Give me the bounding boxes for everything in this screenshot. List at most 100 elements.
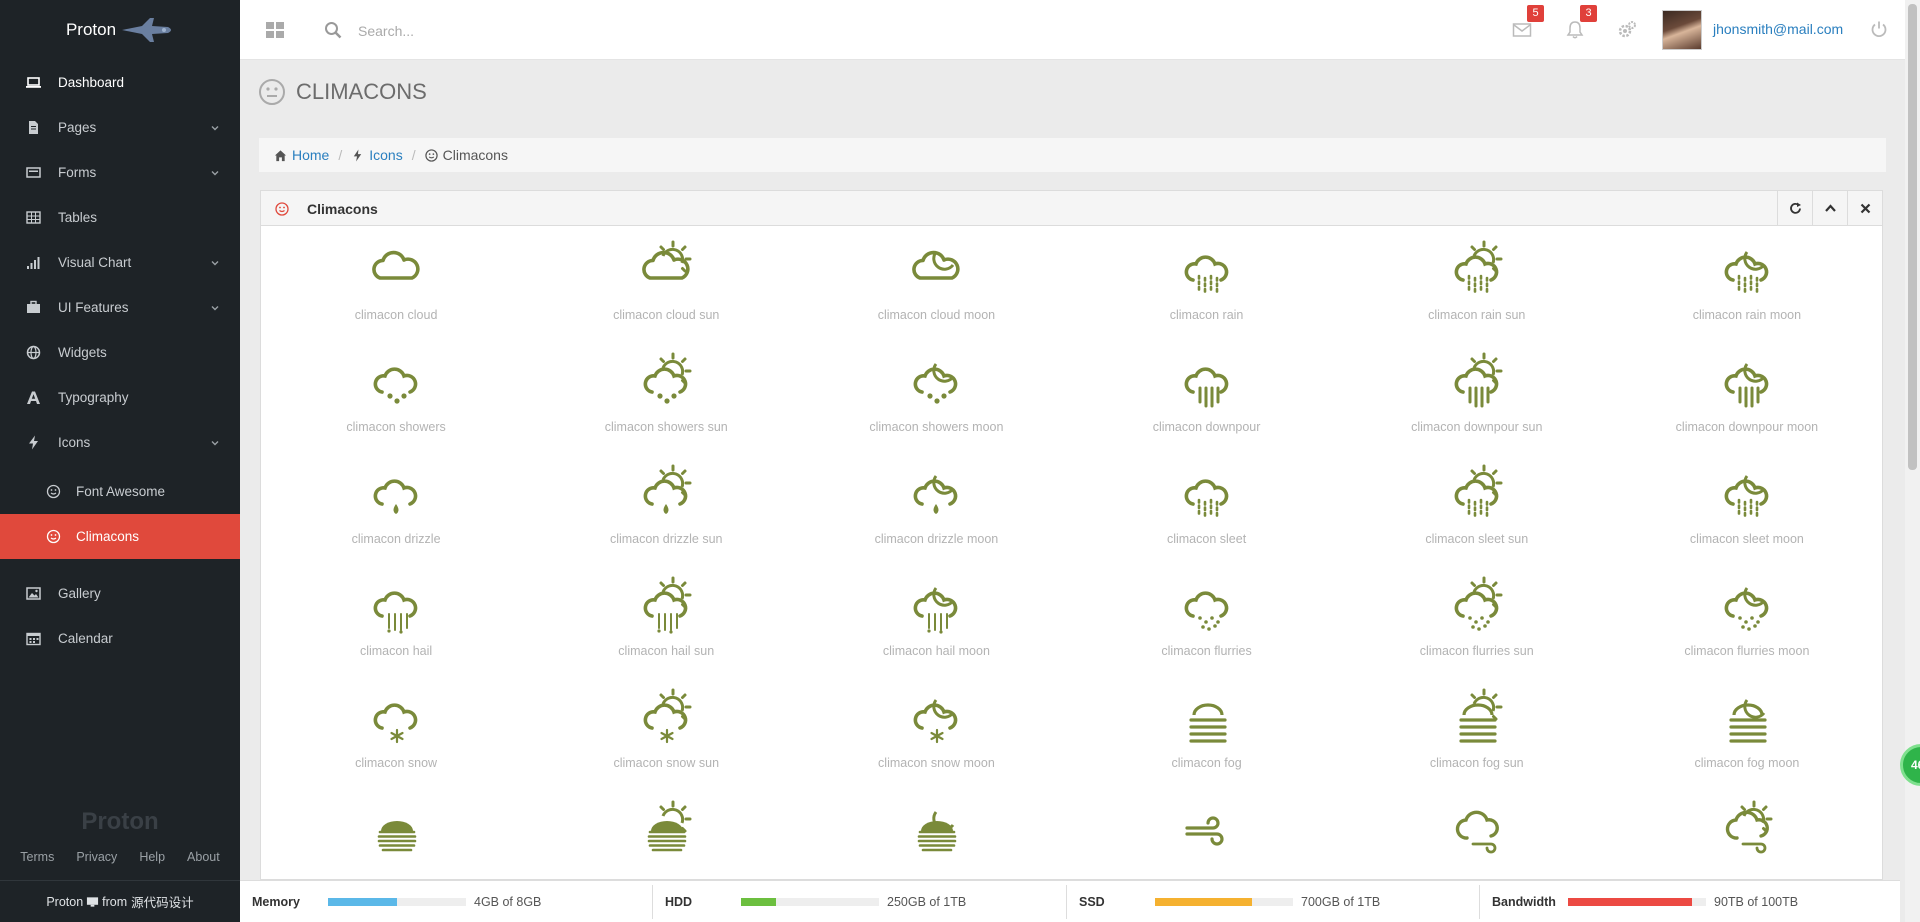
search-icon[interactable] <box>324 21 342 39</box>
snow-moon-icon <box>913 699 958 744</box>
breadcrumb-separator: / <box>411 147 416 163</box>
avatar[interactable] <box>1662 10 1702 50</box>
scrollbar-thumb[interactable] <box>1908 4 1917 470</box>
status-value: 4GB of 8GB <box>474 895 542 909</box>
breadcrumb-icons[interactable]: Icons <box>351 147 403 163</box>
climacon-label: climacon rain sun <box>1428 308 1526 322</box>
smile-icon <box>424 148 438 162</box>
climacon-item: climacon flurries <box>1071 570 1341 682</box>
credit-from: from <box>102 894 128 909</box>
power-icon[interactable] <box>1870 20 1888 38</box>
sidebar-item-label: Widgets <box>58 345 107 360</box>
fog-moon-icon <box>1729 699 1767 743</box>
topbar: 5 3 jhonsmith@mail.com <box>240 0 1920 60</box>
sidebar-item-icons[interactable]: Icons <box>0 420 240 465</box>
climacon-label: climacon sleet sun <box>1425 532 1529 546</box>
chevron-down-icon <box>211 125 219 130</box>
breadcrumb-separator: / <box>338 147 343 163</box>
sidebar-item-forms[interactable]: Forms <box>0 150 240 195</box>
sidebar-item-pages[interactable]: Pages <box>0 105 240 150</box>
sidebar-item-visual-chart[interactable]: Visual Chart <box>0 240 240 285</box>
status-bar: Memory 4GB of 8GB HDD 250GB of 1TB SSD 700GB … <box>240 880 1900 922</box>
climacon-label: climacon snow sun <box>613 756 720 770</box>
sidebar-item-gallery[interactable]: Gallery <box>0 571 240 616</box>
sleet-icon <box>1184 479 1228 520</box>
bolt-icon <box>24 434 42 452</box>
status-memory: Memory 4GB of 8GB <box>240 881 541 922</box>
climacon-label: climacon flurries <box>1161 644 1252 658</box>
progress-bar <box>741 898 879 906</box>
home-icon <box>274 149 287 161</box>
credit-brand: Proton <box>46 894 84 909</box>
climacon-label: climacon hail <box>359 644 433 658</box>
sidebar-item-ui-features[interactable]: UI Features <box>0 285 240 330</box>
notifications-button[interactable]: 3 <box>1565 5 1597 40</box>
sidebar-item-calendar[interactable]: Calendar <box>0 616 240 661</box>
sidebar-item-dashboard[interactable]: Dashboard <box>0 60 240 105</box>
sidebar-item-label: Dashboard <box>58 75 125 90</box>
fog-sun-icon <box>1459 688 1503 743</box>
user-email-link[interactable]: jhonsmith@mail.com <box>1713 21 1843 37</box>
cloud-moon-icon <box>912 250 960 280</box>
drizzle-moon-icon <box>913 475 958 514</box>
sidebar-item-label: Icons <box>58 435 91 450</box>
climacon-item: climacon flurries moon <box>1612 570 1882 682</box>
briefcase-icon <box>24 299 42 317</box>
footer-brand: Proton <box>81 808 159 835</box>
breadcrumb-home[interactable]: Home <box>274 147 329 163</box>
close-button[interactable] <box>1847 191 1882 226</box>
messages-badge: 5 <box>1527 5 1544 22</box>
climacon-item: climacon fog moon <box>1612 682 1882 794</box>
grid-menu-icon[interactable] <box>266 22 284 38</box>
footer-link-help[interactable]: Help <box>139 850 165 864</box>
refresh-button[interactable] <box>1777 191 1812 226</box>
climacon-item: climacon sleet <box>1071 458 1341 570</box>
sidebar-item-typography[interactable]: Typography <box>0 375 240 420</box>
drizzle-icon <box>373 479 418 514</box>
footer-link-privacy[interactable]: Privacy <box>76 850 117 864</box>
climacon-item: climacon snow moon <box>801 682 1071 794</box>
footer-link-about[interactable]: About <box>187 850 220 864</box>
status-ssd: SSD 700GB of 1TB <box>1067 881 1380 922</box>
showers-sun-icon <box>643 352 692 404</box>
climacon-item: climacon flurries sun <box>1342 570 1612 682</box>
page-title: CLIMACONS <box>296 79 427 104</box>
sidebar-item-widgets[interactable]: Widgets <box>0 330 240 375</box>
gears-icon <box>1618 21 1636 38</box>
chevron-down-icon <box>211 440 219 445</box>
sidebar-item-label: Tables <box>58 210 98 225</box>
search-input[interactable] <box>358 18 658 44</box>
monitor-icon <box>87 896 99 907</box>
flurries-icon <box>1184 591 1228 631</box>
flurries-sun-icon <box>1454 576 1503 631</box>
footer-link-terms[interactable]: Terms <box>20 850 54 864</box>
sidebar-item-tables[interactable]: Tables <box>0 195 240 240</box>
climacon-label: climacon sleet moon <box>1689 532 1804 546</box>
bell-icon <box>1566 21 1584 39</box>
climacon-label: climacon drizzle sun <box>609 532 723 546</box>
climacon-label: climacon drizzle <box>351 532 441 546</box>
climacon-label: climacon fog <box>1171 756 1242 770</box>
climacon-item: climacon rain sun <box>1342 234 1612 346</box>
credit-source-link[interactable]: 源代码设计 <box>131 892 194 911</box>
collapse-button[interactable] <box>1812 191 1847 226</box>
climacon-item: climacon rain moon <box>1612 234 1882 346</box>
sidebar-item-climacons[interactable]: Climacons <box>0 514 240 559</box>
climacon-item: climacon showers <box>261 346 531 458</box>
footer-links: Terms Privacy Help About <box>0 850 240 864</box>
cloud-sun-icon <box>642 240 692 280</box>
sidebar-item-label: Pages <box>58 120 97 135</box>
settings-button[interactable] <box>1617 20 1637 40</box>
floating-widget[interactable]: 46 <box>1900 744 1920 786</box>
sidebar-item-label: Calendar <box>58 631 113 646</box>
sidebar-item-font-awesome[interactable]: Font Awesome <box>0 469 240 514</box>
climacon-label: climacon rain moon <box>1692 308 1802 322</box>
status-value: 90TB of 100TB <box>1714 895 1799 909</box>
snow-icon <box>373 703 418 744</box>
font-icon <box>24 389 42 407</box>
hail-icon <box>373 591 418 634</box>
form-icon <box>24 164 42 182</box>
page-header: CLIMACONS <box>258 78 427 106</box>
brand-logo[interactable]: Proton <box>0 0 240 60</box>
messages-button[interactable]: 5 <box>1512 5 1544 40</box>
